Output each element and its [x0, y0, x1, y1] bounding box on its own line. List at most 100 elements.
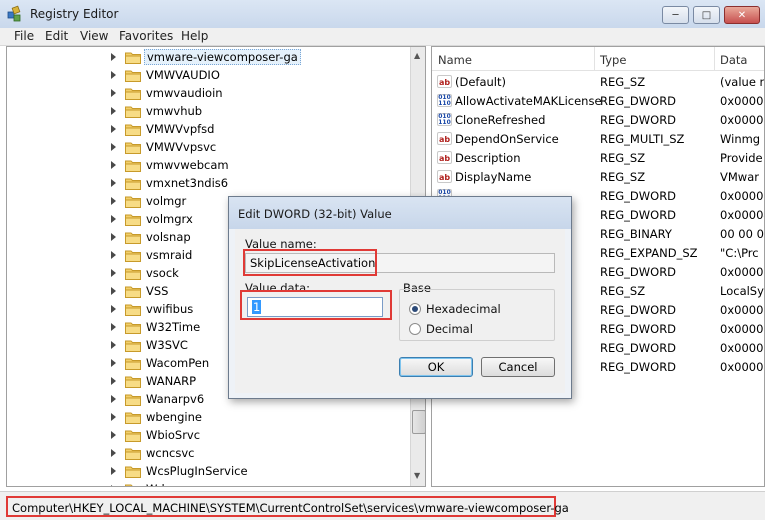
tree-item-label: W3SVC — [146, 338, 188, 352]
maximize-button[interactable]: □ — [693, 6, 720, 24]
menu-edit[interactable]: Edit — [45, 29, 68, 43]
tree-item[interactable]: wcncsvc — [7, 444, 407, 462]
tree-item[interactable]: vmware-viewcomposer-ga — [7, 48, 407, 66]
menu-view[interactable]: View — [80, 29, 108, 43]
close-button[interactable]: ✕ — [724, 6, 760, 24]
value-type: REG_SZ — [600, 75, 646, 89]
expand-arrow-icon[interactable] — [111, 377, 116, 385]
column-type[interactable]: Type — [600, 53, 626, 67]
tree-item-label: Wd — [146, 482, 165, 486]
tree-item[interactable]: vmwvhub — [7, 102, 407, 120]
binary-value-icon: 010110 — [437, 113, 452, 126]
expand-arrow-icon[interactable] — [111, 413, 116, 421]
expand-arrow-icon[interactable] — [111, 287, 116, 295]
tree-item[interactable]: wbengine — [7, 408, 407, 426]
column-divider[interactable] — [714, 47, 715, 71]
value-data: 0x00000 — [720, 322, 764, 336]
tree-item[interactable]: VMWVvpsvc — [7, 138, 407, 156]
tree-item[interactable]: WbioSrvc — [7, 426, 407, 444]
tree-item[interactable]: VMWVAUDIO — [7, 66, 407, 84]
scroll-thumb[interactable] — [412, 410, 425, 434]
expand-arrow-icon[interactable] — [111, 359, 116, 367]
value-data: 0x00000 — [720, 303, 764, 317]
expand-arrow-icon[interactable] — [111, 251, 116, 259]
value-data: 0x00004 — [720, 208, 764, 222]
tree-item-label: volmgr — [146, 194, 187, 208]
list-row[interactable]: ab DependOnService REG_MULTI_SZ Winmg — [432, 129, 764, 148]
list-row[interactable]: ab (Default) REG_SZ (value n — [432, 72, 764, 91]
binary-value-icon: 010110 — [437, 94, 452, 107]
list-row[interactable]: ab Description REG_SZ Provide — [432, 148, 764, 167]
expand-arrow-icon[interactable] — [111, 395, 116, 403]
value-data: 0x00000 — [720, 94, 764, 108]
expand-arrow-icon[interactable] — [111, 467, 116, 475]
list-row[interactable]: 010110CloneRefreshed REG_DWORD 0x00000 — [432, 110, 764, 129]
expand-arrow-icon[interactable] — [111, 107, 116, 115]
tree-item-label: vwifibus — [146, 302, 194, 316]
expand-arrow-icon[interactable] — [111, 161, 116, 169]
decimal-radio[interactable] — [409, 323, 421, 335]
scroll-down-icon[interactable]: ▼ — [414, 471, 420, 480]
tree-item[interactable]: WcsPlugInService — [7, 462, 407, 480]
expand-arrow-icon[interactable] — [111, 341, 116, 349]
tree-item[interactable]: Wd — [7, 480, 407, 486]
expand-arrow-icon[interactable] — [111, 71, 116, 79]
tree-item-label: vsock — [146, 266, 179, 280]
list-row[interactable]: 010 110 AllowActivateMAKLicense REG_DWORD 0x… — [432, 91, 764, 110]
cancel-button[interactable]: Cancel — [481, 357, 555, 377]
menu-favorites[interactable]: Favorites — [119, 29, 173, 43]
value-type: REG_EXPAND_SZ — [600, 246, 698, 260]
column-name[interactable]: Name — [438, 53, 472, 67]
expand-arrow-icon[interactable] — [111, 269, 116, 277]
expand-arrow-icon[interactable] — [111, 305, 116, 313]
tree-item[interactable]: vmxnet3ndis6 — [7, 174, 407, 192]
column-divider[interactable] — [594, 47, 595, 71]
expand-arrow-icon[interactable] — [111, 485, 116, 486]
list-row[interactable]: ab DisplayName REG_SZ VMwar — [432, 167, 764, 186]
expand-arrow-icon[interactable] — [111, 323, 116, 331]
expand-arrow-icon[interactable] — [111, 89, 116, 97]
scroll-up-icon[interactable]: ▲ — [414, 51, 420, 60]
folder-icon — [125, 70, 141, 82]
string-value-icon: ab — [437, 132, 452, 145]
expand-arrow-icon[interactable] — [111, 143, 116, 151]
value-data: 0x00000 — [720, 113, 764, 127]
menu-help[interactable]: Help — [181, 29, 208, 43]
expand-arrow-icon[interactable] — [111, 197, 116, 205]
value-type: REG_DWORD — [600, 189, 677, 203]
expand-arrow-icon[interactable] — [111, 215, 116, 223]
folder-icon — [125, 430, 141, 442]
expand-arrow-icon[interactable] — [111, 233, 116, 241]
expand-arrow-icon[interactable] — [111, 431, 116, 439]
tree-item[interactable]: VMWVvpfsd — [7, 120, 407, 138]
folder-icon — [125, 52, 141, 64]
value-data: Winmg — [720, 132, 761, 146]
ok-button[interactable]: OK — [399, 357, 473, 377]
folder-icon — [125, 268, 141, 280]
hexadecimal-label[interactable]: Hexadecimal — [426, 302, 501, 316]
value-name: CloneRefreshed — [455, 113, 546, 127]
minimize-button[interactable]: ─ — [662, 6, 689, 24]
folder-icon — [125, 88, 141, 100]
hexadecimal-radio[interactable] — [409, 303, 421, 315]
tree-item[interactable]: vmwvaudioin — [7, 84, 407, 102]
value-name: DependOnService — [455, 132, 559, 146]
value-type: REG_SZ — [600, 151, 646, 165]
expand-arrow-icon[interactable] — [111, 449, 116, 457]
decimal-label[interactable]: Decimal — [426, 322, 473, 336]
folder-icon — [125, 340, 141, 352]
tree-item[interactable]: vmwvwebcam — [7, 156, 407, 174]
value-name: (Default) — [455, 75, 506, 89]
value-data: 00 00 0 — [720, 227, 764, 241]
menu-file[interactable]: File — [14, 29, 34, 43]
expand-arrow-icon[interactable] — [111, 53, 116, 61]
expand-arrow-icon[interactable] — [111, 125, 116, 133]
tree-item-label: wbengine — [146, 410, 202, 424]
value-data: Provide — [720, 151, 763, 165]
column-data[interactable]: Data — [720, 53, 747, 67]
value-data: 0x00000 — [720, 360, 764, 374]
value-type: REG_SZ — [600, 170, 646, 184]
value-data: LocalSy — [720, 284, 764, 298]
expand-arrow-icon[interactable] — [111, 179, 116, 187]
folder-icon — [125, 178, 141, 190]
